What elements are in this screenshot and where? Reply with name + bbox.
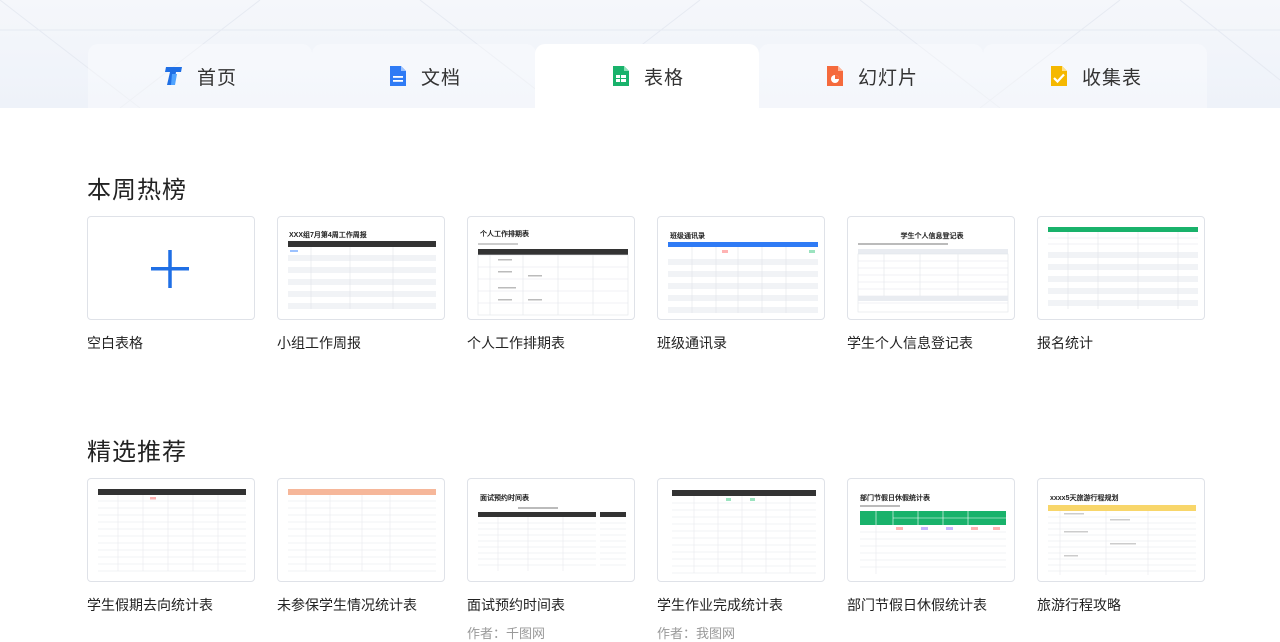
sheet-preview-graphic (478, 507, 626, 571)
template-card-label: 旅游行程攻略 (1037, 597, 1121, 613)
template-card-label: 报名统计 (1037, 335, 1093, 351)
app-header: 首页 文档 表格 幻灯片 收集表 (0, 0, 1280, 108)
sheet-icon (610, 65, 632, 87)
section-title-hot: 本周热榜 (87, 177, 187, 204)
sheet-preview-graphic (672, 490, 816, 574)
template-thumbnail: 面试预约时间表 (467, 478, 635, 582)
template-thumbnail (277, 478, 445, 582)
template-thumbnail (87, 478, 255, 582)
template-card-vacation-destination[interactable]: 学生假期去向统计表 (87, 478, 255, 615)
slides-icon (824, 65, 846, 87)
template-card-label: 学生作业完成统计表 (657, 597, 783, 613)
doc-icon (387, 65, 409, 87)
tab-doc-label: 文档 (420, 67, 461, 89)
sheet-preview-graphic (1048, 505, 1196, 575)
template-card-department-holiday[interactable]: 部门节假日休假统计表 部门节假日休假统计表 (847, 478, 1015, 615)
template-card-student-info[interactable]: 学生个人信息登记表 学生个人信息登记表 (847, 216, 1015, 353)
sheet-preview-graphic (477, 243, 629, 316)
tab-sheet[interactable]: 表格 (535, 44, 759, 108)
template-thumbnail: 部门节假日休假统计表 (847, 478, 1015, 582)
template-thumbnail: 个人工作排期表 (467, 216, 635, 320)
tab-home[interactable]: 首页 (88, 44, 312, 108)
tab-form-label: 收集表 (1081, 67, 1142, 89)
form-icon (1048, 65, 1070, 87)
tab-home-label: 首页 (196, 67, 237, 89)
template-card-label: 空白表格 (87, 335, 143, 351)
sheet-preview-graphic (860, 505, 1006, 574)
sheet-preview-graphic (288, 241, 436, 309)
sheet-preview-graphic (857, 243, 1009, 313)
template-thumbnail: 学生个人信息登记表 (847, 216, 1015, 320)
template-thumbnail (1037, 216, 1205, 320)
tab-form[interactable]: 收集表 (983, 44, 1207, 108)
template-card-uninsured-students[interactable]: 未参保学生情况统计表 (277, 478, 445, 615)
template-thumbnail: xxxx5天旅游行程规划 (1037, 478, 1205, 582)
template-card-class-contacts[interactable]: 班级通讯录 班级通讯录 (657, 216, 825, 353)
template-thumbnail: XXX组7月第4周工作周报 (277, 216, 445, 320)
sheet-preview-graphic (98, 489, 246, 572)
template-card-travel-itinerary[interactable]: xxxx5天旅游行程规划 旅游行程攻略 (1037, 478, 1205, 615)
template-thumbnail (87, 216, 255, 320)
template-category-tabs: 首页 文档 表格 幻灯片 收集表 (88, 44, 1207, 108)
tab-sheet-label: 表格 (643, 67, 684, 89)
template-card-label: 学生个人信息登记表 (847, 335, 973, 351)
template-card-label: 部门节假日休假统计表 (847, 597, 987, 613)
template-card-label: 面试预约时间表 (467, 597, 565, 613)
tab-slides[interactable]: 幻灯片 (759, 44, 983, 108)
sheet-preview-graphic (668, 242, 818, 313)
sheet-preview-graphic (288, 489, 436, 572)
template-thumbnail: 班级通讯录 (657, 216, 825, 320)
template-card-label: 班级通讯录 (657, 335, 727, 351)
section-title-featured: 精选推荐 (87, 439, 187, 466)
template-card-label: 个人工作排期表 (467, 335, 565, 351)
tab-doc[interactable]: 文档 (312, 44, 536, 108)
template-card-label: 小组工作周报 (277, 335, 361, 351)
home-logo-icon (163, 65, 185, 87)
template-thumbnail (657, 478, 825, 582)
template-card-blank-sheet[interactable]: 空白表格 (87, 216, 255, 353)
template-card-homework-completion[interactable]: 学生作业完成统计表 作者：我图网 (657, 478, 825, 642)
template-card-label: 未参保学生情况统计表 (277, 597, 417, 613)
tab-slides-label: 幻灯片 (857, 67, 918, 89)
template-card-registration-stats[interactable]: 报名统计 (1037, 216, 1205, 353)
template-card-interview-schedule[interactable]: 面试预约时间表 面试预约时间表 作者：千图网 (467, 478, 635, 642)
template-card-weekly-report[interactable]: XXX组7月第4周工作周报 小组工作周报 (277, 216, 445, 353)
template-card-personal-schedule[interactable]: 个人工作排期表 个人工作排期表 (467, 216, 635, 353)
sheet-preview-graphic (1048, 227, 1198, 309)
template-card-label: 学生假期去向统计表 (87, 597, 213, 613)
plus-icon (151, 250, 189, 288)
